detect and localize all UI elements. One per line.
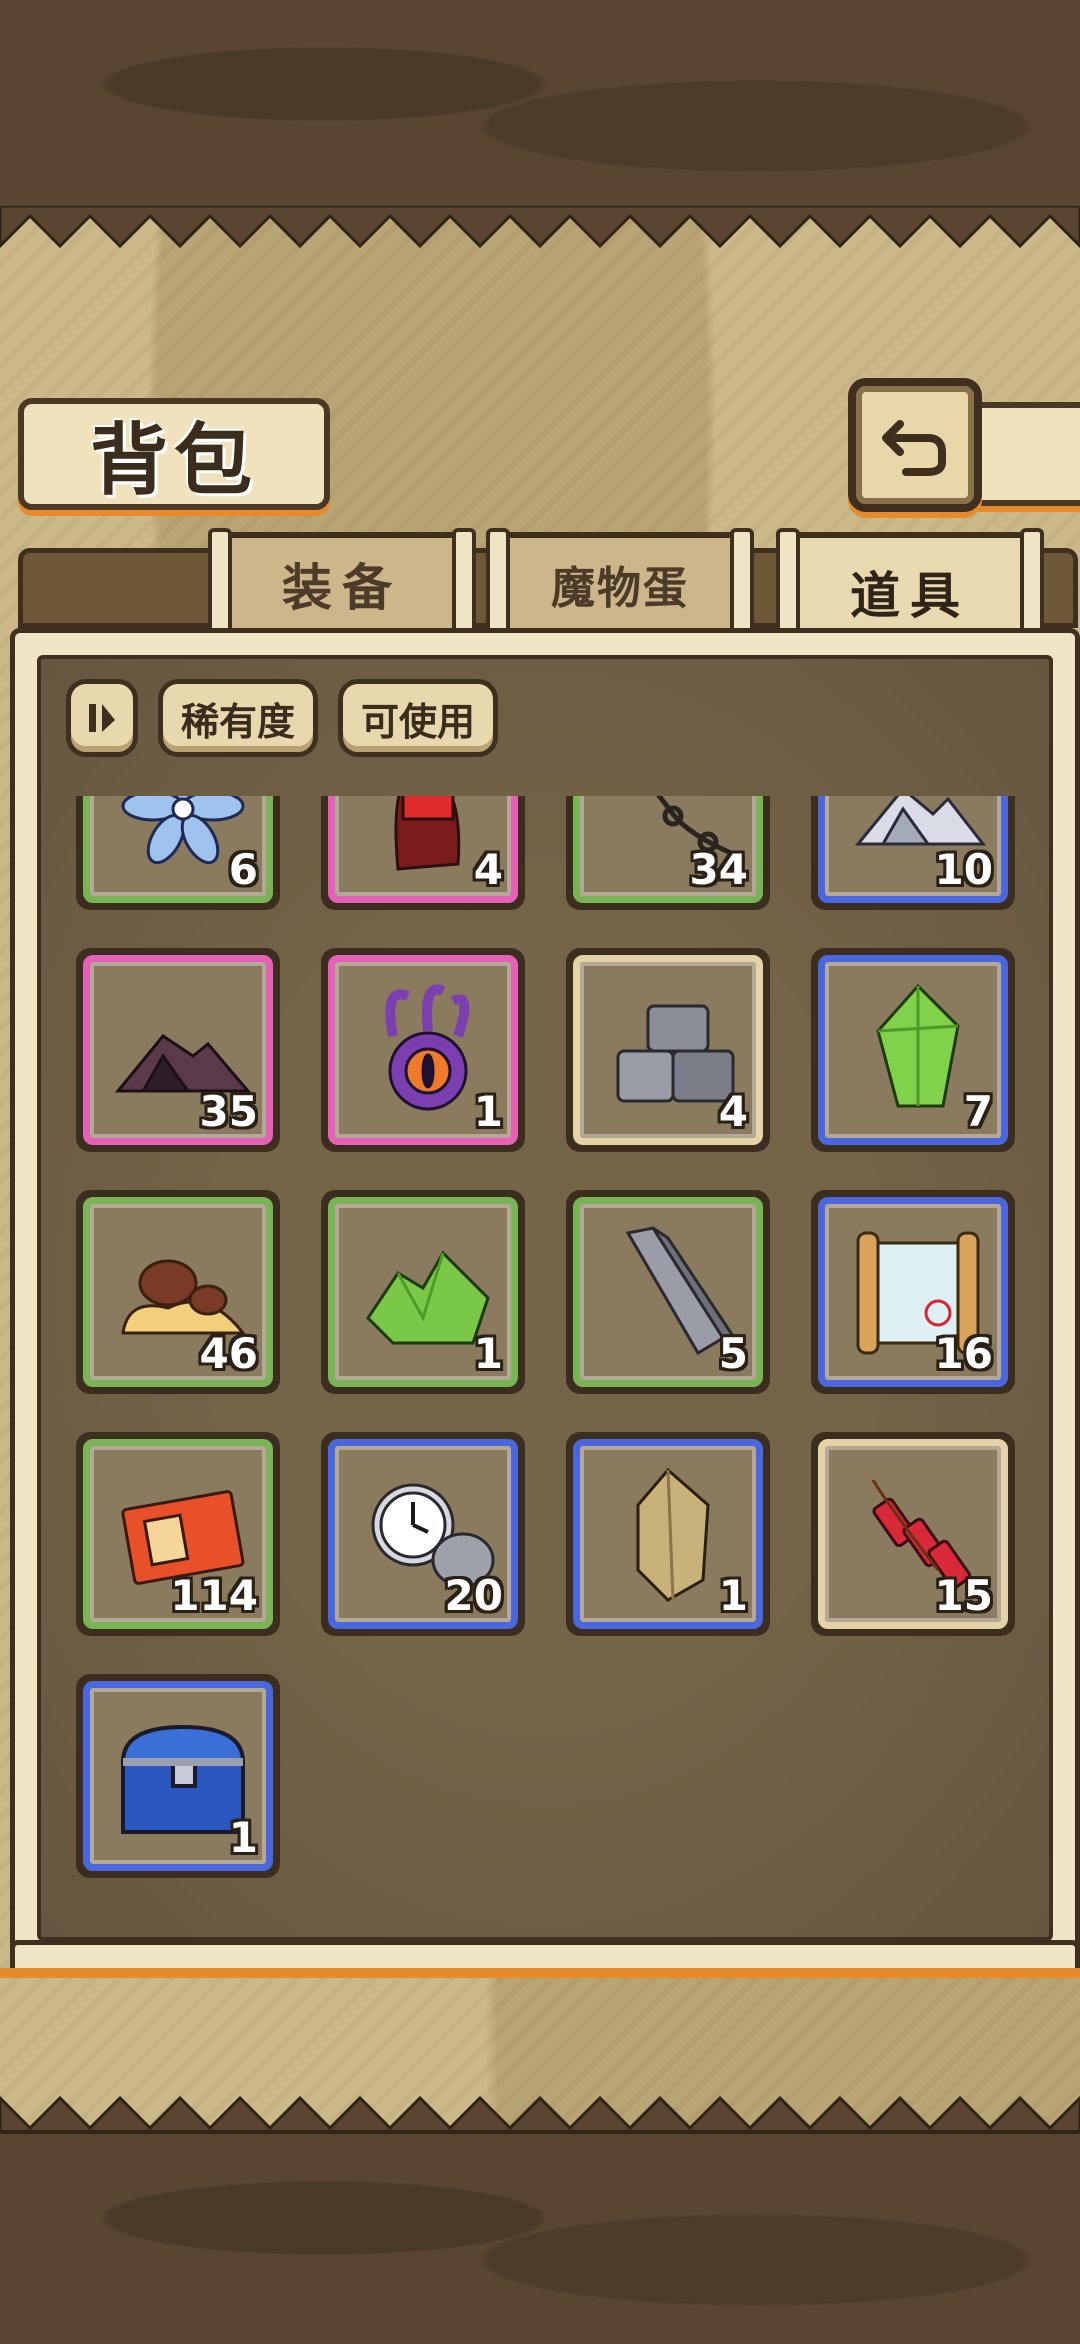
slot-frame: 1 [328,955,518,1145]
item-count: 6 [228,845,258,894]
return-arrow-icon [882,420,946,476]
item-count: 4 [718,1087,748,1136]
slot-frame: 16 [818,1197,1008,1387]
slot-frame: 15 [818,1439,1008,1629]
item-count: 16 [934,1329,993,1378]
item-count: 15 [934,1571,993,1620]
inventory-panel: 稀有度 可使用 6 4 34 10 35 1 4 7 46 1 5 16 114 20 1 15 1 [10,628,1080,1968]
slot-frame: 46 [83,1197,273,1387]
slot-frame: 34 [573,796,763,903]
slot-frame: 1 [573,1439,763,1629]
slot-frame: 4 [328,796,518,903]
item-count: 114 [170,1571,258,1620]
item-count: 10 [934,845,993,894]
item-count: 35 [199,1087,258,1136]
slot-frame: 10 [818,796,1008,903]
sort-order-button[interactable] [66,679,138,757]
page-title: 背包 [89,415,258,506]
inventory-slot[interactable]: 114 [76,1432,280,1636]
inventory-slot[interactable]: 1 [321,1190,525,1394]
slot-frame: 7 [818,955,1008,1145]
top-zigzag-edge [0,206,1080,249]
item-count: 46 [199,1329,258,1378]
orange-trim [0,1968,1080,1978]
back-button[interactable] [848,378,982,512]
item-count: 4 [473,845,503,894]
inventory-slot[interactable]: 35 [76,948,280,1152]
item-count: 1 [718,1571,748,1620]
inventory-slot[interactable]: 1 [76,1674,280,1878]
item-count: 1 [473,1329,503,1378]
slot-frame: 114 [83,1439,273,1629]
inventory-slot[interactable]: 46 [76,1190,280,1394]
slot-frame: 5 [573,1197,763,1387]
slot-frame: 20 [328,1439,518,1629]
slot-frame: 1 [328,1197,518,1387]
item-count: 20 [444,1571,503,1620]
inventory-slot[interactable]: 15 [811,1432,1015,1636]
item-grid-viewport[interactable]: 6 4 34 10 35 1 4 7 46 1 5 16 114 20 1 15 1 [41,796,1049,1937]
item-count: 1 [228,1813,258,1862]
inventory-slot[interactable]: 1 [566,1432,770,1636]
slot-frame: 4 [573,955,763,1145]
item-count: 7 [963,1087,993,1136]
inventory-slot[interactable]: 5 [566,1190,770,1394]
bottom-map-band [0,2130,1080,2344]
tab-equipment[interactable]: 装备 [208,528,476,636]
inventory-slot[interactable]: 20 [321,1432,525,1636]
filter-row: 稀有度 可使用 [66,679,499,757]
inventory-slot[interactable]: 1 [321,948,525,1152]
inventory-slot[interactable]: 4 [321,796,525,910]
inventory-slot[interactable]: 6 [76,796,280,910]
inventory-slot[interactable]: 4 [566,948,770,1152]
slot-frame: 6 [83,796,273,903]
inventory-slot[interactable]: 7 [811,948,1015,1152]
tab-label: 道具 [850,566,970,625]
sort-order-icon [89,704,115,732]
tab-monster-eggs[interactable]: 魔物蛋 [486,528,754,636]
top-map-band [0,0,1080,214]
inventory-panel-inner: 稀有度 可使用 6 4 34 10 35 1 4 7 46 1 5 16 114 20 1 15 1 [37,655,1053,1941]
tab-label: 装备 [282,558,402,617]
item-count: 1 [473,1087,503,1136]
slot-frame: 1 [83,1681,273,1871]
inventory-slot[interactable]: 16 [811,1190,1015,1394]
item-count: 34 [689,845,748,894]
inventory-slot[interactable]: 10 [811,796,1015,910]
tab-label: 魔物蛋 [551,563,689,614]
rarity-filter-button[interactable]: 稀有度 [158,679,319,757]
title-plate: 背包 [18,398,330,510]
inventory-slot[interactable]: 34 [566,796,770,910]
usable-filter-button[interactable]: 可使用 [338,679,499,757]
slot-frame: 35 [83,955,273,1145]
bottom-zigzag-edge [0,2095,1080,2138]
item-count: 5 [718,1329,748,1378]
